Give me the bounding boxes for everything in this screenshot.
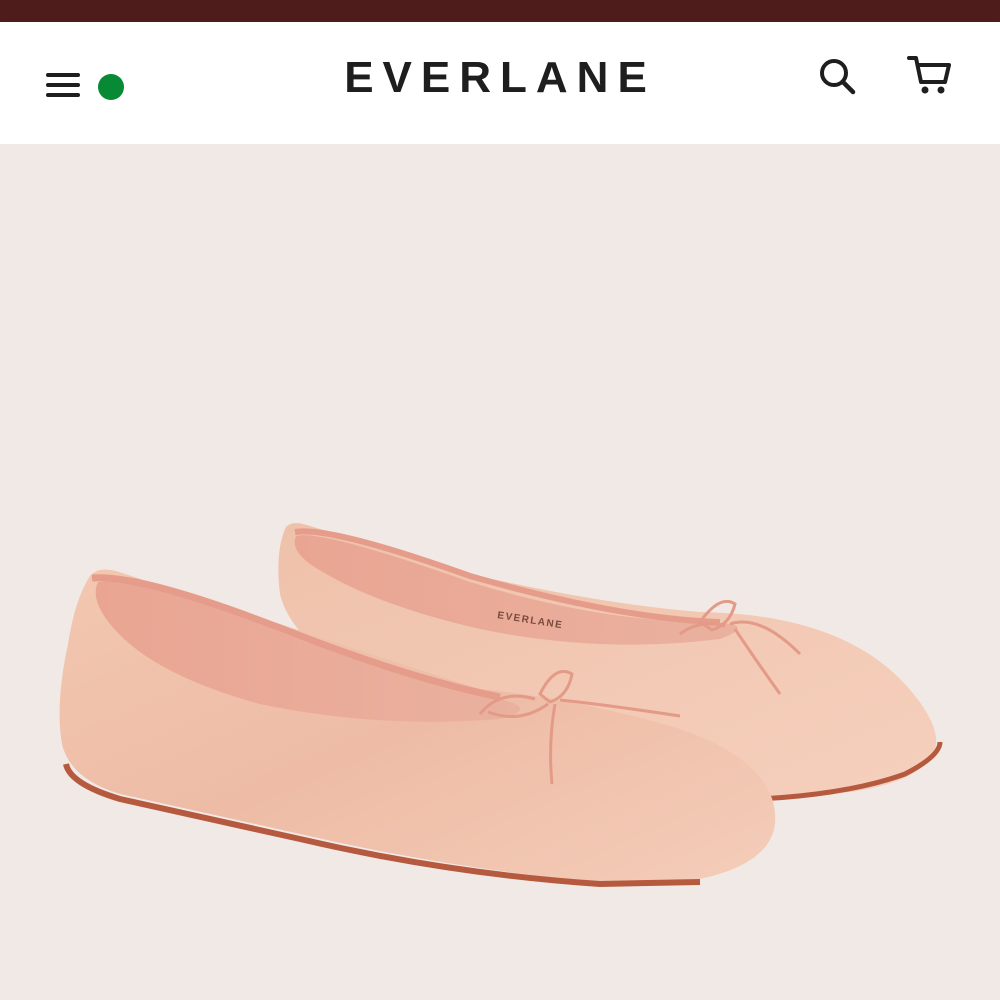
site-header: EVERLANE xyxy=(0,22,1000,144)
product-hero-image: EVERLANE xyxy=(0,144,1000,1000)
top-banner-bar xyxy=(0,0,1000,22)
cart-icon[interactable] xyxy=(905,52,953,98)
ballet-flats-illustration: EVERLANE xyxy=(59,523,943,888)
search-icon[interactable] xyxy=(816,55,858,97)
